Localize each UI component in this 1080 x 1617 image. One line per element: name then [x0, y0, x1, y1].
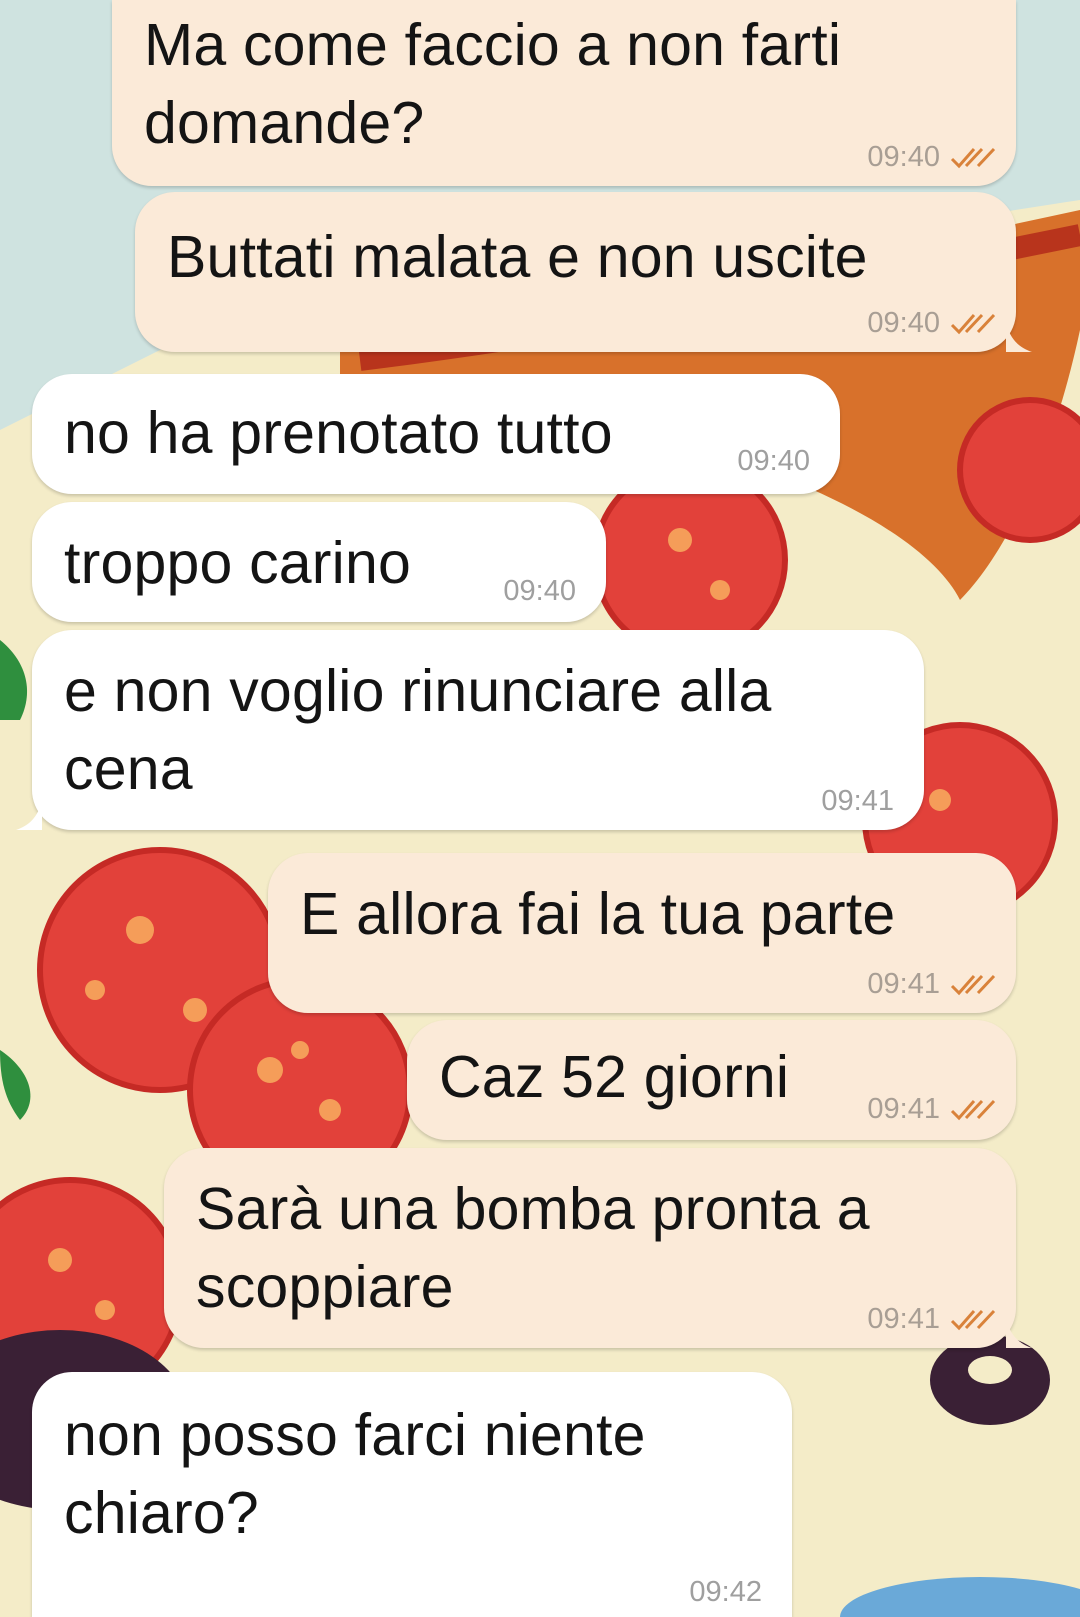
- message-meta: 09:41: [867, 968, 996, 1001]
- message-text-line: non posso farci niente: [64, 1402, 646, 1468]
- message-meta: 09:40: [867, 141, 996, 174]
- bubble-tail: [16, 800, 42, 830]
- message-bubble-outgoing[interactable]: Sarà una bomba pronta a scoppiare 09:41: [164, 1148, 1032, 1348]
- bubble-tail: [1006, 322, 1032, 352]
- message-meta: 09:41: [867, 1303, 996, 1336]
- message-text-line: Buttati malata e non uscite: [167, 224, 868, 290]
- message-text-line: E allora fai la tua parte: [300, 881, 896, 947]
- message-meta: 09:40: [867, 307, 996, 340]
- message-text-line: Caz 52 giorni: [439, 1044, 790, 1110]
- message-meta: 09:40: [503, 575, 576, 608]
- double-check-icon: [950, 1309, 996, 1330]
- message-text: Buttati malata e non uscite: [167, 218, 868, 296]
- message-text: Sarà una bomba pronta a scoppiare: [196, 1170, 870, 1326]
- message-text: e non voglio rinunciare alla cena: [64, 652, 772, 808]
- message-text: E allora fai la tua parte: [300, 875, 895, 953]
- message-text-line: no ha prenotato tutto: [64, 400, 613, 466]
- message-text-line: e non voglio rinunciare alla: [64, 658, 772, 724]
- message-time: 09:41: [821, 785, 894, 817]
- message-text-line: troppo carino: [64, 530, 411, 596]
- message-meta: 09:40: [737, 445, 810, 478]
- message-text: Ma come faccio a non farti domande?: [144, 6, 841, 162]
- message-text-line: domande?: [144, 90, 425, 156]
- message-text-line: Ma come faccio a non farti: [144, 12, 842, 78]
- double-check-icon: [950, 147, 996, 168]
- double-check-icon: [950, 1099, 996, 1120]
- message-meta: 09:41: [867, 1093, 996, 1126]
- message-time: 09:40: [503, 575, 576, 607]
- message-bubble-outgoing[interactable]: Ma come faccio a non farti domande? 09:4…: [112, 0, 1016, 186]
- message-time: 09:40: [867, 307, 940, 339]
- message-time: 09:40: [737, 445, 810, 477]
- message-time: 09:40: [867, 141, 940, 173]
- message-bubble-outgoing[interactable]: Buttati malata e non uscite 09:40: [135, 192, 1032, 352]
- message-bubble-outgoing[interactable]: Caz 52 giorni 09:41: [407, 1020, 1016, 1140]
- bubble-tail: [1006, 1318, 1032, 1348]
- message-text-line: Sarà una bomba pronta a: [196, 1176, 870, 1242]
- message-bubble-incoming[interactable]: e non voglio rinunciare alla cena 09:41: [16, 630, 924, 830]
- message-bubble-outgoing[interactable]: E allora fai la tua parte 09:41: [268, 853, 1016, 1013]
- double-check-icon: [950, 313, 996, 334]
- message-text-line: chiaro?: [64, 1480, 259, 1546]
- message-time: 09:41: [867, 1093, 940, 1125]
- message-time: 09:41: [867, 968, 940, 1000]
- message-text: non posso farci niente chiaro?: [64, 1396, 646, 1552]
- message-time: 09:41: [867, 1303, 940, 1335]
- message-text: Caz 52 giorni: [439, 1038, 789, 1116]
- message-text-line: scoppiare: [196, 1254, 454, 1320]
- message-bubble-incoming[interactable]: troppo carino 09:40: [32, 502, 606, 622]
- message-bubble-incoming[interactable]: non posso farci niente chiaro? 09:42: [32, 1372, 792, 1617]
- message-text: no ha prenotato tutto: [64, 394, 613, 472]
- message-text: troppo carino: [64, 524, 411, 602]
- double-check-icon: [950, 974, 996, 995]
- message-meta: 09:42: [689, 1576, 762, 1609]
- message-meta: 09:41: [821, 785, 894, 818]
- message-time: 09:42: [689, 1576, 762, 1608]
- message-text-line: cena: [64, 736, 193, 802]
- message-bubble-incoming[interactable]: no ha prenotato tutto 09:40: [32, 374, 840, 494]
